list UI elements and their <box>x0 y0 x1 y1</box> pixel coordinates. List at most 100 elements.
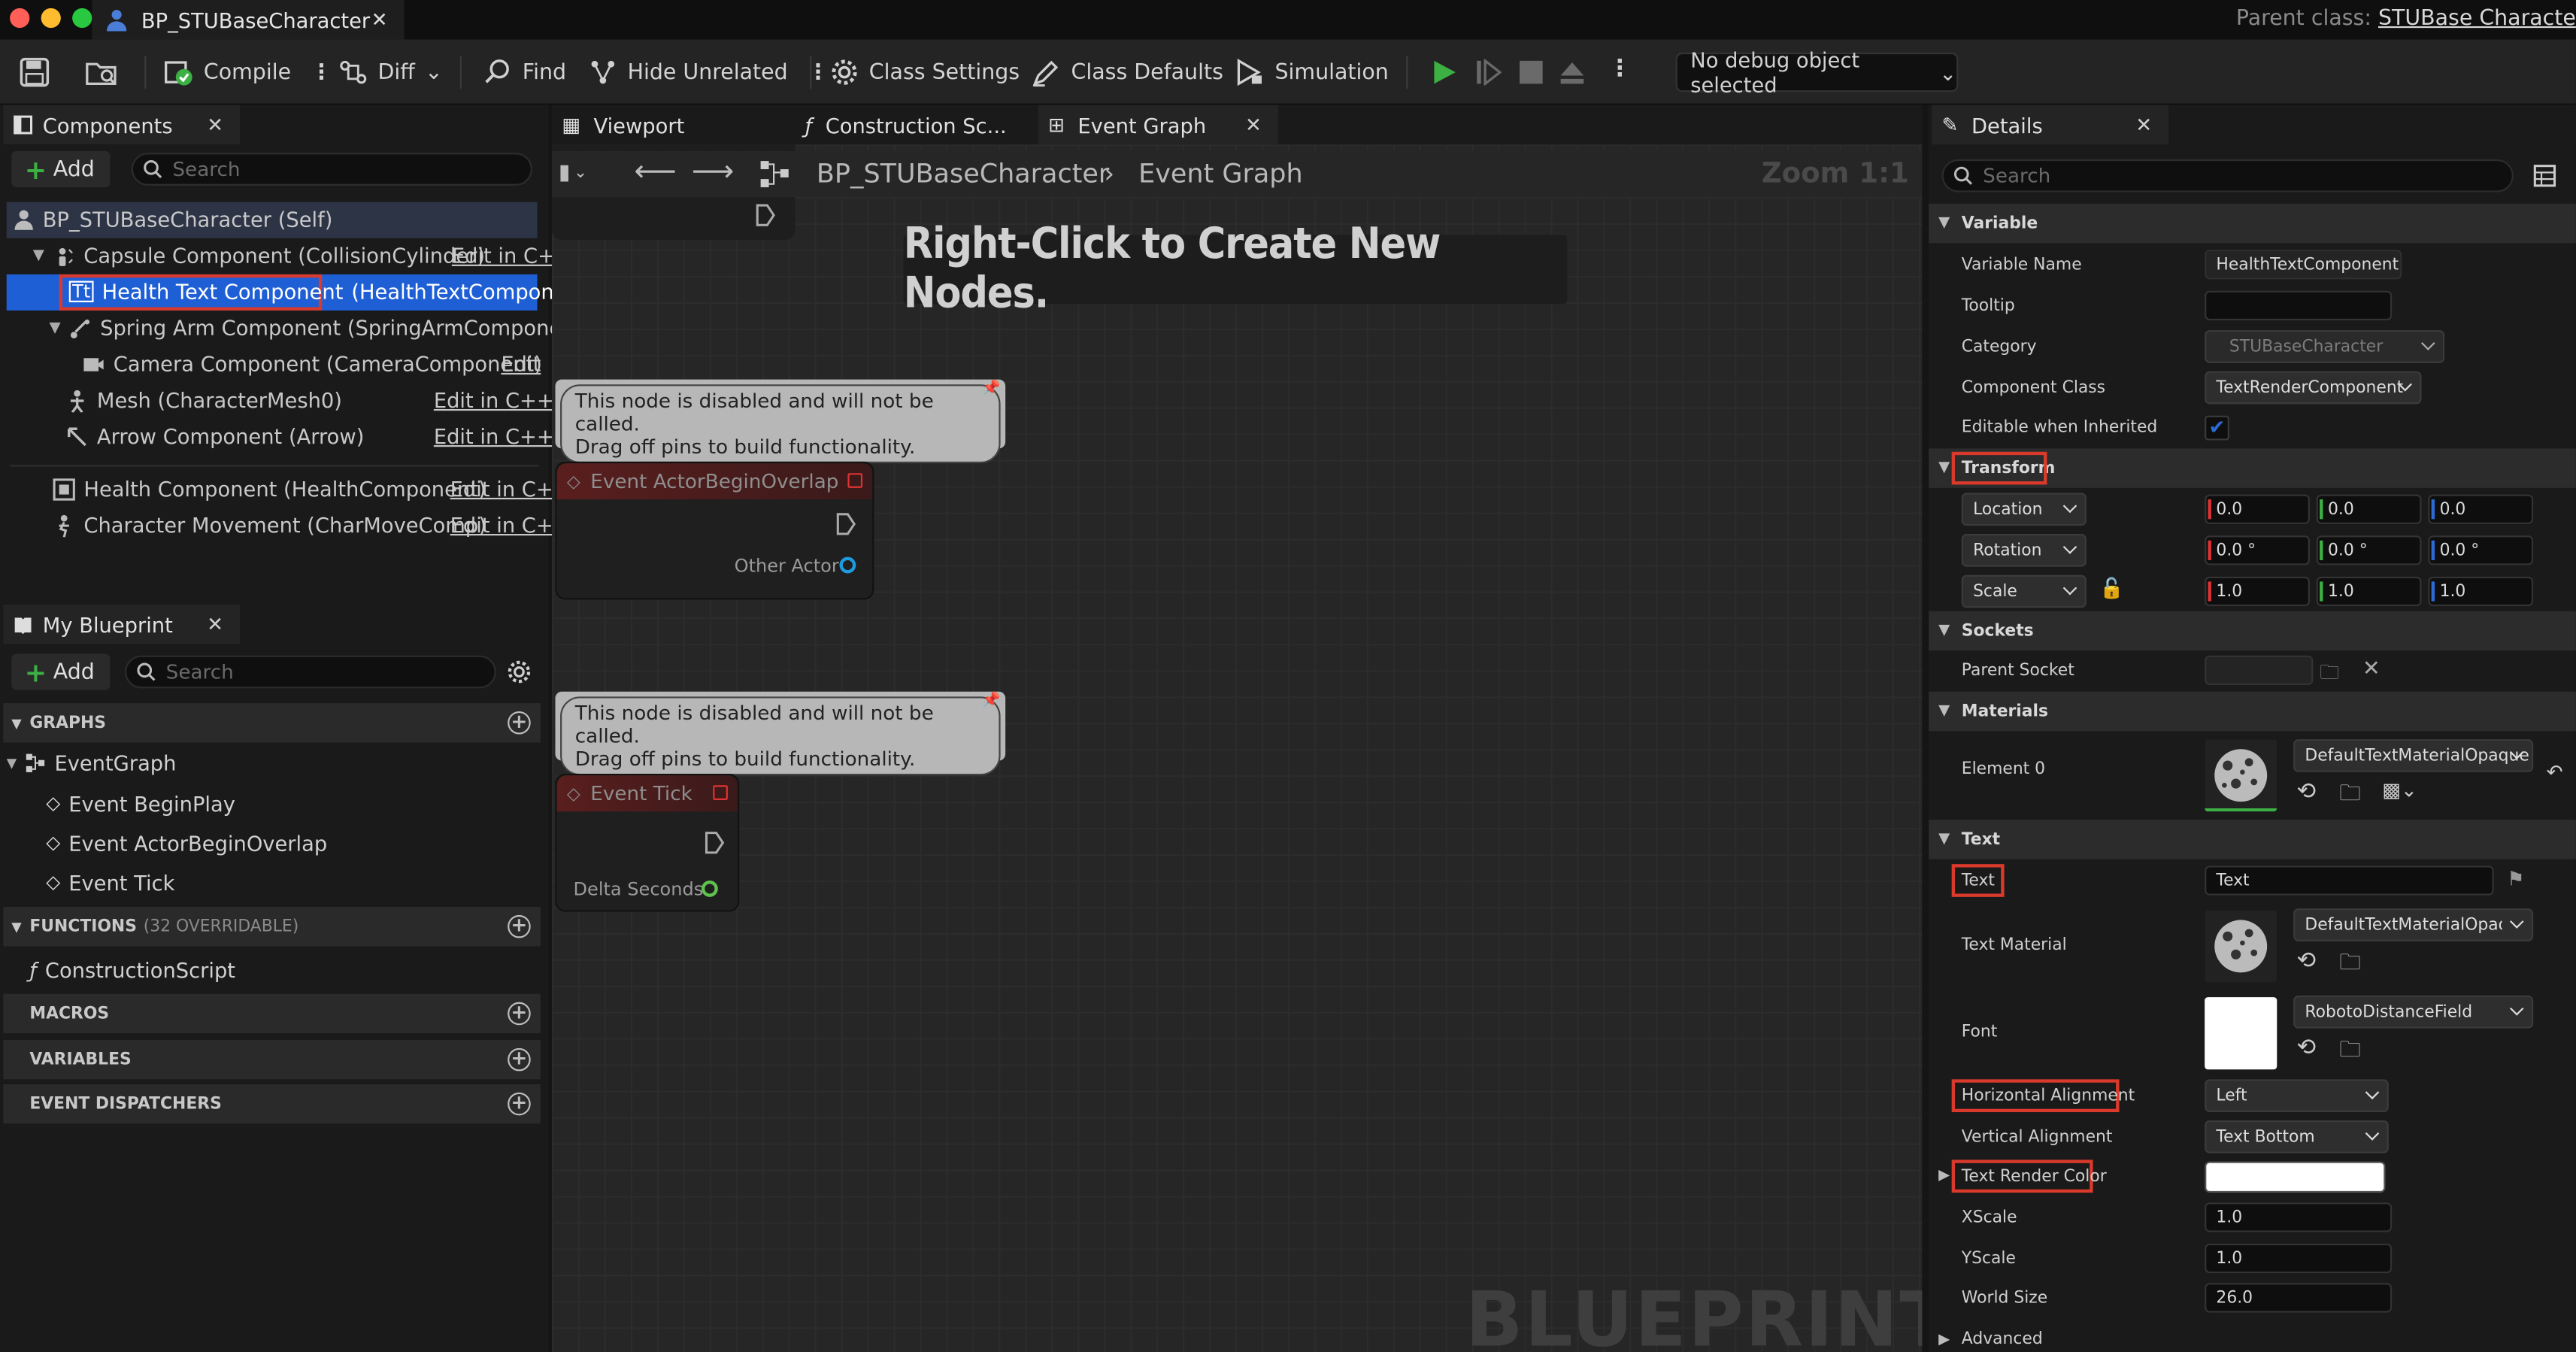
eject-icon[interactable] <box>1559 59 1585 86</box>
scale-x-input[interactable]: 1.0 <box>2205 576 2310 607</box>
variable-name-input[interactable]: HealthTextComponent <box>2205 250 2402 280</box>
text-material-thumbnail[interactable] <box>2205 910 2277 983</box>
compile-options-icon[interactable]: ⋮ <box>311 60 332 85</box>
my-blueprint-search-input[interactable]: Search <box>125 655 496 689</box>
save-icon[interactable] <box>20 57 50 87</box>
use-selected-arrow-icon[interactable]: ⟲ <box>2296 948 2316 975</box>
section-materials[interactable]: ▼ Materials <box>1929 691 2576 732</box>
maximize-window-button[interactable] <box>72 8 92 29</box>
location-y-input[interactable]: 0.0 <box>2316 494 2422 524</box>
location-z-input[interactable]: 0.0 <box>2428 494 2534 524</box>
graphs-category[interactable]: ▼ GRAPHS + <box>3 703 541 743</box>
event-actorbeginoverlap-node[interactable]: ⬦ Event ActorBeginOverlap Other Actor <box>555 461 874 600</box>
location-x-input[interactable]: 0.0 <box>2205 494 2310 524</box>
rotation-z-input[interactable]: 0.0 ° <box>2428 535 2534 565</box>
simulation-button[interactable]: Simulation <box>1235 53 1389 92</box>
breadcrumb-root[interactable]: BP_STUBaseCharacter <box>817 158 1109 189</box>
back-arrow-icon[interactable]: ⟵ <box>634 154 676 189</box>
section-text[interactable]: ▼ Text <box>1929 820 2576 859</box>
text-render-color-swatch[interactable] <box>2205 1161 2386 1193</box>
material-thumbnail[interactable] <box>2205 739 2277 812</box>
document-tab[interactable]: BP_STUBaseCharacter ✕ <box>92 0 405 40</box>
class-settings-button[interactable]: Class Settings <box>829 53 1020 92</box>
component-health-text[interactable]: Tt Health Text Component (HealthTextComp… <box>68 279 596 304</box>
tab-event-graph[interactable]: ⊞ Event Graph ✕ <box>1038 105 1278 145</box>
expand-triangle-icon[interactable]: ▶ <box>1938 1168 1950 1184</box>
compile-button[interactable]: Compile ⋮ <box>164 53 332 92</box>
debug-object-select[interactable]: No debug object selected ⌄ <box>1675 47 1959 97</box>
browse-folder-icon[interactable] <box>86 57 119 86</box>
close-icon[interactable]: ✕ <box>207 114 223 137</box>
reset-to-default-icon[interactable]: ↶ <box>2547 761 2563 784</box>
expand-triangle-icon[interactable]: ▶ <box>1938 1332 1950 1349</box>
use-selected-arrow-icon[interactable]: ⟲ <box>2296 779 2316 805</box>
parent-class-link[interactable]: STUBase Characte <box>2378 7 2576 32</box>
scale-y-input[interactable]: 1.0 <box>2316 576 2422 607</box>
browse-asset-icon[interactable]: 🗀 <box>2339 779 2360 815</box>
component-mesh[interactable]: Mesh (CharacterMesh0) <box>65 388 342 412</box>
font-select[interactable]: RobotoDistanceField <box>2293 995 2534 1029</box>
float-pin-icon[interactable] <box>701 880 718 897</box>
component-camera[interactable]: Camera Component (CameraComponent) <box>82 352 542 376</box>
component-class-select[interactable]: TextRenderComponent <box>2205 371 2422 405</box>
edit-in-cpp-link[interactable]: Edit <box>501 352 541 377</box>
add-variable-icon[interactable]: + <box>508 1047 531 1072</box>
tab-viewport[interactable]: ▦ Viewport <box>552 105 792 145</box>
delegate-pin-icon[interactable] <box>713 785 728 800</box>
vertical-alignment-select[interactable]: Text Bottom <box>2205 1120 2389 1153</box>
rotation-x-input[interactable]: 0.0 ° <box>2205 535 2310 565</box>
scale-mode-select[interactable]: Scale <box>1961 574 2087 608</box>
parent-socket-input[interactable] <box>2205 655 2314 686</box>
details-search-input[interactable]: Search <box>1941 159 2514 192</box>
macros-category[interactable]: MACROS + <box>3 993 541 1034</box>
category-select[interactable]: STUBaseCharacter <box>2205 330 2445 363</box>
add-graph-icon[interactable]: + <box>508 711 531 735</box>
event-tick-item[interactable]: ⬦ Event Tick <box>46 869 174 896</box>
component-self[interactable]: BP_STUBaseCharacter (Self) <box>13 207 332 232</box>
diff-button[interactable]: Diff ⌄ <box>338 53 443 92</box>
stop-icon[interactable] <box>1518 59 1544 86</box>
add-dispatcher-icon[interactable]: + <box>508 1092 531 1116</box>
rotation-y-input[interactable]: 0.0 ° <box>2316 535 2422 565</box>
forward-arrow-icon[interactable]: ⟶ <box>692 154 734 189</box>
world-size-input[interactable]: 26.0 <box>2205 1283 2393 1313</box>
edit-in-cpp-link[interactable]: Edit in C++ <box>434 388 554 413</box>
tab-components[interactable]: Components ✕ <box>3 105 240 145</box>
close-icon[interactable]: ✕ <box>2135 114 2152 137</box>
settings-gear-icon[interactable] <box>506 659 532 685</box>
tab-details[interactable]: ✎ Details ✕ <box>1932 105 2169 145</box>
pin-icon[interactable]: 📌 <box>982 381 1001 398</box>
hide-unrelated-button[interactable]: Hide Unrelated ⋮ <box>588 53 829 92</box>
component-spring-arm[interactable]: ▼ Spring Arm Component (SpringArmCompone… <box>50 315 591 340</box>
close-window-button[interactable] <box>10 8 30 29</box>
edit-in-cpp-link[interactable]: Edit in C+ <box>450 477 553 502</box>
section-variable[interactable]: ▼ Variable <box>1929 203 2576 244</box>
event-tick-node[interactable]: ⬦ Event Tick Delta Seconds <box>555 773 740 912</box>
event-graph-item[interactable]: ▼ EventGraph <box>7 750 177 775</box>
play-options-icon[interactable]: ⋮ <box>1608 56 1632 82</box>
add-function-icon[interactable]: + <box>508 914 531 938</box>
bookmark-button[interactable]: ▮ ⌄ <box>559 154 611 190</box>
event-beginplay-item[interactable]: ⬦ Event BeginPlay <box>46 790 235 817</box>
event-graph-canvas[interactable]: ▮ ⌄ ⟵ ⟶ BP_STUBaseCharacter › Event Grap… <box>552 144 1923 1352</box>
edit-in-cpp-link[interactable]: Edit in C++ <box>434 424 554 449</box>
tab-construction-script[interactable]: ƒ Construction Sc... <box>795 105 1035 145</box>
event-dispatchers-category[interactable]: EVENT DISPATCHERS + <box>3 1084 541 1124</box>
close-icon[interactable]: ✕ <box>207 613 223 636</box>
component-capsule[interactable]: ▼ Capsule Component (CollisionCylinder) <box>33 243 485 268</box>
find-button[interactable]: Find <box>483 53 566 92</box>
exec-pin-icon[interactable] <box>705 831 725 854</box>
expand-triangle-icon[interactable]: ▼ <box>33 247 44 264</box>
font-thumbnail[interactable] <box>2205 997 2277 1070</box>
exec-pin-icon[interactable] <box>836 513 856 536</box>
yscale-input[interactable]: 1.0 <box>2205 1243 2393 1274</box>
close-tab-icon[interactable]: ✕ <box>371 8 388 32</box>
tab-my-blueprint[interactable]: My Blueprint ✕ <box>3 604 240 644</box>
use-selected-arrow-icon[interactable]: ⟲ <box>2296 1035 2316 1061</box>
tooltip-input[interactable] <box>2205 290 2393 321</box>
browse-socket-icon[interactable]: 🗀 <box>2320 657 2339 692</box>
minimize-window-button[interactable] <box>41 8 61 29</box>
text-value-input[interactable]: Text <box>2205 865 2494 896</box>
event-actorbeginoverlap-item[interactable]: ⬦ Event ActorBeginOverlap <box>46 829 327 856</box>
unlock-icon[interactable]: 🔓 <box>2099 577 2124 600</box>
